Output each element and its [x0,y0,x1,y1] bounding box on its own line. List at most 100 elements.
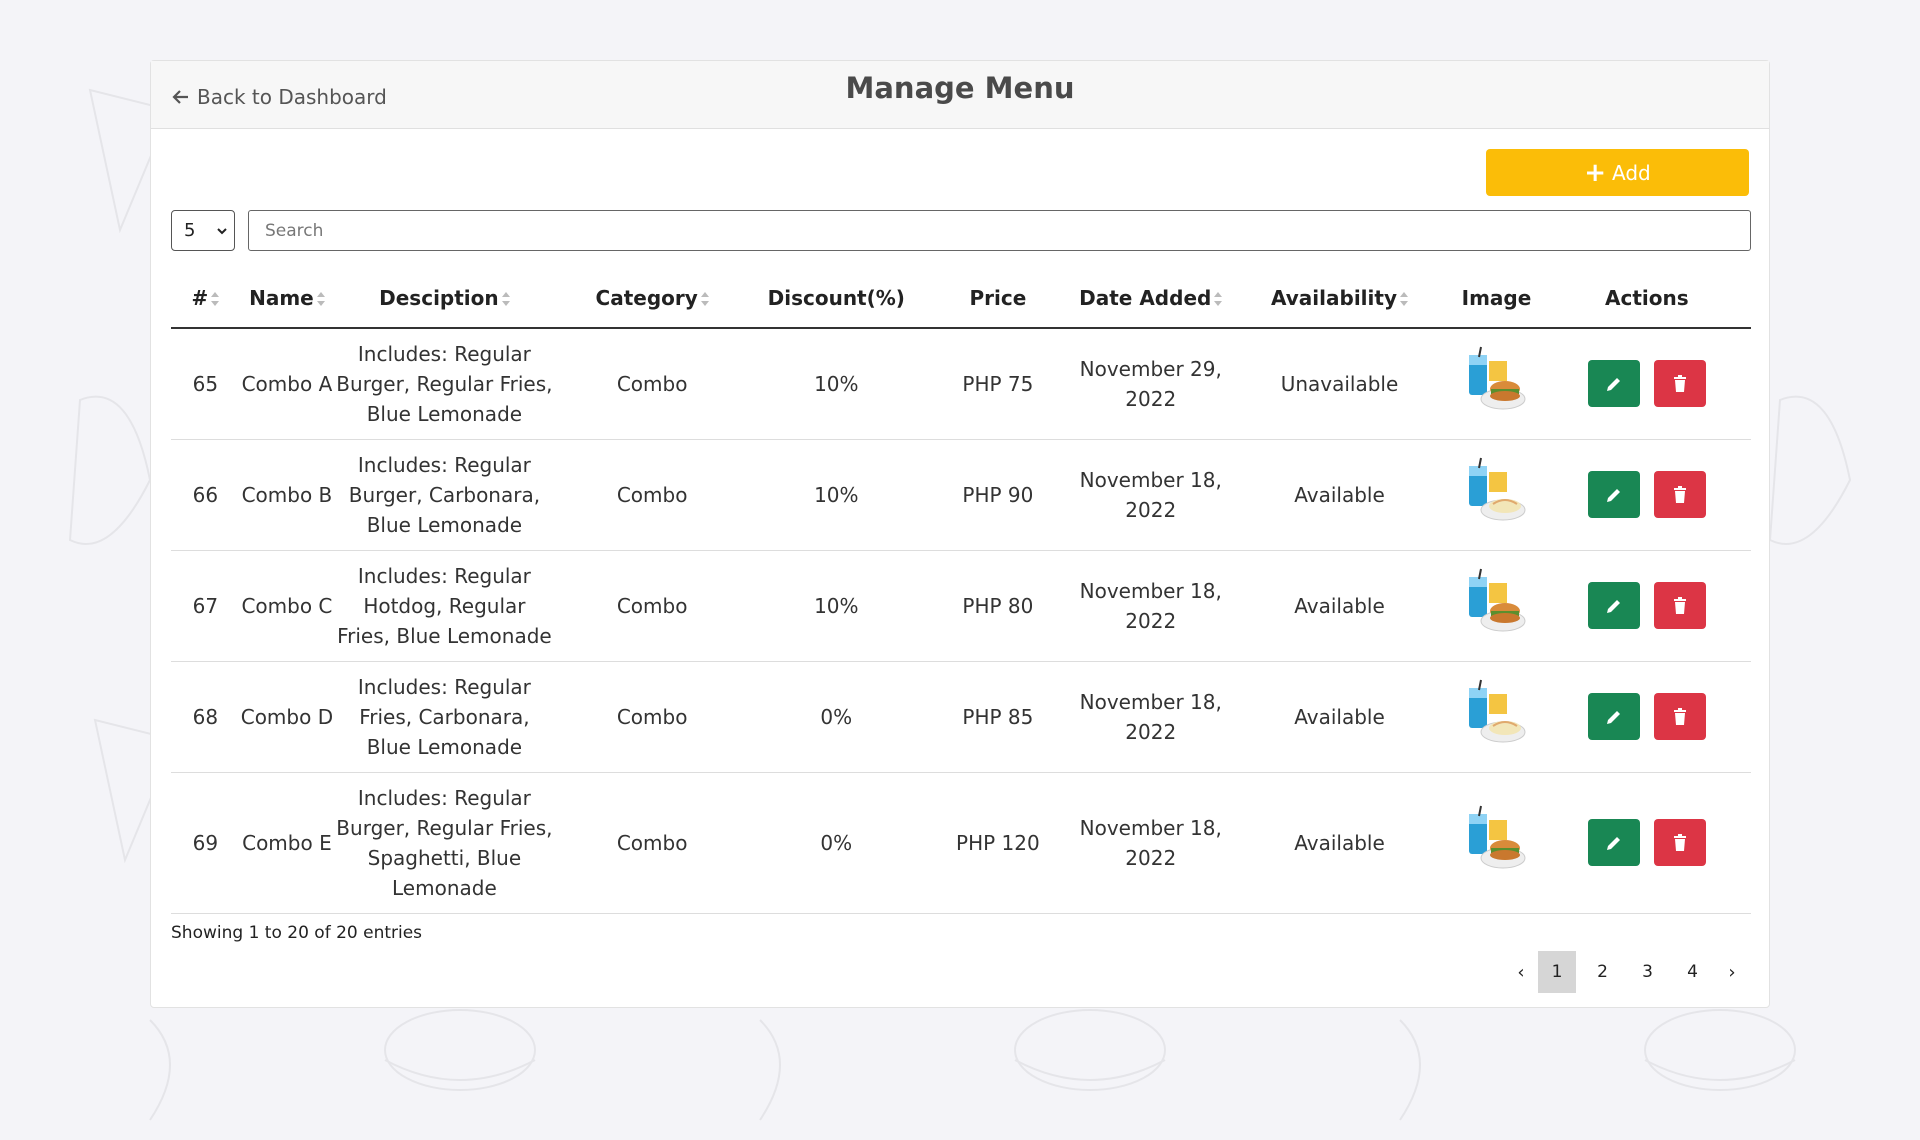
cell-image [1450,550,1543,662]
pagination: ‹ 1 2 3 4 › [1504,951,1749,993]
cell-image [1450,772,1543,914]
cell-description: Includes: Regular Fries, Carbonara, Blue… [334,661,555,773]
table-row: 69 Combo E Includes: Regular Burger, Reg… [171,772,1751,914]
search-input[interactable]: Search [248,210,1751,251]
cell-category: Combo [554,772,750,914]
column-header-name[interactable]: Name [239,268,335,329]
column-header-category[interactable]: Category [554,268,750,329]
table-row: 65 Combo A Includes: Regular Burger, Reg… [171,328,1751,440]
sort-icon [1400,291,1408,307]
cell-id: 66 [171,439,240,551]
food-thumbnail-icon [1469,457,1526,520]
delete-button[interactable] [1654,360,1706,408]
cell-date-added: November 29, 2022 [1072,328,1229,440]
edit-button[interactable] [1587,582,1640,629]
cell-category: Combo [554,661,750,773]
page-length-value: 5 [184,220,196,241]
sort-icon [316,291,325,307]
page-button-4[interactable]: 4 [1670,951,1715,993]
column-header-id[interactable]: # [171,268,240,329]
cell-actions [1542,772,1751,914]
food-thumbnail-icon [1469,679,1526,742]
add-button-label: Add [1612,160,1651,185]
cell-category: Combo [554,439,750,551]
cell-category: Combo [554,550,750,662]
cell-price: PHP 85 [922,661,1073,773]
cell-price: PHP 120 [922,772,1073,914]
delete-button[interactable] [1654,582,1706,629]
prev-page-button[interactable]: ‹ [1504,951,1538,993]
cell-id: 69 [171,772,240,914]
pencil-icon [1606,488,1620,502]
pencil-icon [1606,836,1620,850]
sort-icon [501,291,510,307]
page-length-select[interactable]: 5 [171,210,235,251]
cell-actions [1542,439,1751,551]
pencil-icon [1606,599,1620,613]
cell-name: Combo A [239,328,335,440]
cell-date-added: November 18, 2022 [1072,772,1229,914]
food-thumbnail-icon [1469,346,1526,410]
cell-availability: Available [1228,439,1451,551]
delete-button[interactable] [1654,471,1706,518]
cell-name: Combo C [239,550,335,662]
column-header-image: Image [1450,268,1543,329]
column-header-date-added[interactable]: Date Added [1072,268,1229,329]
add-item-button[interactable]: + Add [1486,149,1749,196]
card-header: Back to Dashboard Manage Menu [151,61,1769,129]
sort-icon [1214,291,1223,307]
table-header-row: # Name Desciption Category Discount(%) P… [171,268,1751,329]
chevron-down-icon [217,227,227,234]
cell-date-added: November 18, 2022 [1072,661,1229,773]
pencil-icon [1606,710,1620,724]
cell-id: 68 [171,661,240,773]
cell-category: Combo [554,328,750,440]
column-header-description[interactable]: Desciption [334,268,555,329]
cell-availability: Available [1228,550,1451,662]
pencil-icon [1606,377,1620,391]
cell-availability: Available [1228,772,1451,914]
cell-discount: 0% [749,661,923,773]
trash-icon [1674,833,1686,851]
cell-image [1450,439,1543,551]
sort-icon [211,291,220,307]
cell-name: Combo E [239,772,335,914]
delete-button[interactable] [1654,693,1706,740]
cell-price: PHP 90 [922,439,1073,551]
food-thumbnail-icon [1469,568,1526,631]
cell-actions [1542,550,1751,662]
cell-discount: 10% [749,550,923,662]
cell-discount: 10% [749,328,923,440]
cell-description: Includes: Regular Burger, Carbonara, Blu… [334,439,555,551]
edit-button[interactable] [1587,360,1640,408]
food-thumbnail-icon [1469,805,1526,868]
edit-button[interactable] [1587,819,1640,866]
cell-actions [1542,661,1751,773]
page-title: Manage Menu [845,71,1075,105]
trash-icon [1674,707,1686,725]
cell-price: PHP 75 [922,328,1073,440]
edit-button[interactable] [1587,471,1640,518]
cell-price: PHP 80 [922,550,1073,662]
manage-menu-card: Back to Dashboard Manage Menu + Add 5 Se… [150,60,1770,1008]
cell-actions [1542,328,1751,440]
cell-availability: Unavailable [1228,328,1451,440]
column-header-availability[interactable]: Availability [1228,268,1451,329]
cell-description: Includes: Regular Burger, Regular Fries,… [334,328,555,440]
page-button-3[interactable]: 3 [1625,951,1670,993]
cell-image [1450,328,1543,440]
cell-image [1450,661,1543,773]
edit-button[interactable] [1587,693,1640,740]
delete-button[interactable] [1654,819,1706,866]
cell-availability: Available [1228,661,1451,773]
cell-description: Includes: Regular Hotdog, Regular Fries,… [334,550,555,662]
page-button-2[interactable]: 2 [1580,951,1625,993]
cell-discount: 10% [749,439,923,551]
table-info: Showing 1 to 20 of 20 entries [171,923,423,943]
menu-table: # Name Desciption Category Discount(%) P… [171,268,1751,914]
cell-id: 65 [171,328,240,440]
cell-date-added: November 18, 2022 [1072,439,1229,551]
next-page-button[interactable]: › [1715,951,1749,993]
table-row: 66 Combo B Includes: Regular Burger, Car… [171,439,1751,551]
page-button-1[interactable]: 1 [1538,951,1576,993]
